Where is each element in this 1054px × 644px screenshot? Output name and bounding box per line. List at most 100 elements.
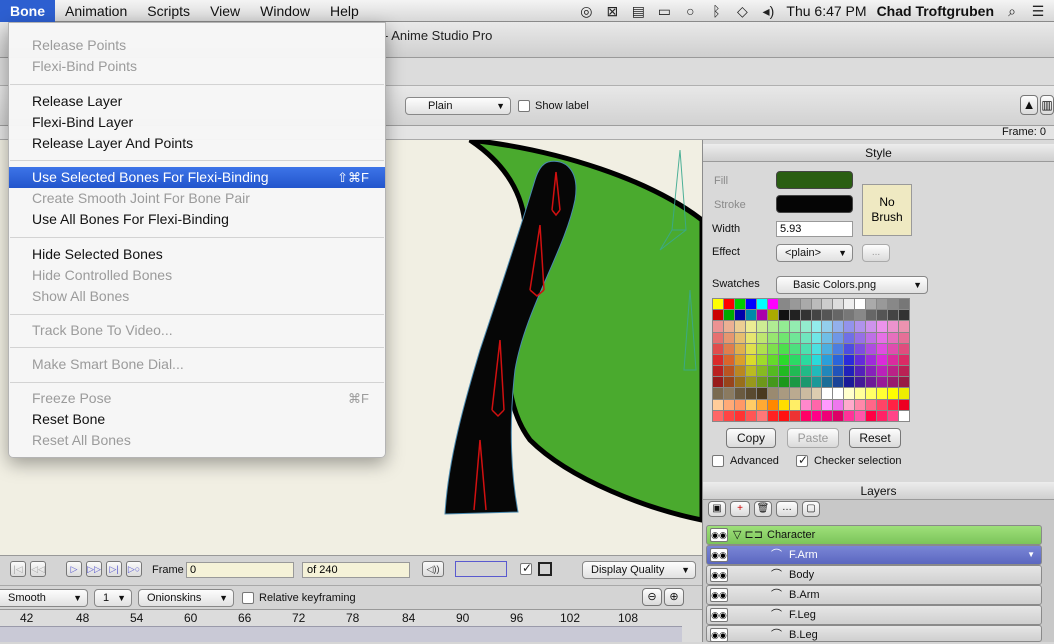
menu-view[interactable]: View — [200, 0, 250, 22]
palette-swatch[interactable] — [767, 354, 778, 366]
palette-swatch[interactable] — [822, 332, 833, 343]
palette-swatch[interactable] — [899, 388, 909, 399]
palette-swatch[interactable] — [855, 366, 866, 377]
palette-swatch[interactable] — [866, 299, 877, 310]
palette-swatch[interactable] — [800, 343, 811, 354]
palette-swatch[interactable] — [866, 388, 877, 399]
step-back-icon[interactable]: ◁◁ — [30, 561, 46, 577]
airplay-icon[interactable]: ▭ — [656, 3, 672, 20]
group-expand-icon[interactable]: ▽ ⊏⊐ — [733, 526, 763, 544]
palette-swatch[interactable] — [833, 321, 844, 332]
palette-swatch[interactable] — [811, 388, 822, 399]
palette-swatch[interactable] — [888, 399, 899, 410]
palette-swatch[interactable] — [811, 310, 822, 321]
palette-swatch[interactable] — [756, 321, 767, 332]
checker-selection-checkbox[interactable] — [796, 453, 808, 467]
palette-swatch[interactable] — [767, 388, 778, 399]
palette-swatch[interactable] — [734, 310, 745, 321]
layer-settings-icon[interactable]: … — [776, 501, 798, 517]
palette-swatch[interactable] — [888, 310, 899, 321]
palette-swatch[interactable] — [888, 343, 899, 354]
visibility-eye-icon[interactable]: ◉◉ — [710, 588, 728, 602]
onionskins-select[interactable]: Onionskins ▼ — [138, 589, 234, 607]
palette-swatch[interactable] — [723, 399, 734, 410]
palette-swatch[interactable] — [844, 377, 855, 388]
palette-swatch[interactable] — [723, 366, 734, 377]
palette-swatch[interactable] — [778, 399, 789, 410]
palette-swatch[interactable] — [756, 366, 767, 377]
palette-swatch[interactable] — [855, 321, 866, 332]
palette-swatch[interactable] — [877, 377, 888, 388]
palette-swatch[interactable] — [899, 343, 909, 354]
palette-swatch[interactable] — [899, 410, 909, 421]
visibility-eye-icon[interactable]: ◉◉ — [710, 568, 728, 582]
palette-swatch[interactable] — [811, 343, 822, 354]
zoom-out-icon[interactable]: ⊖ — [642, 588, 662, 606]
palette-swatch[interactable] — [756, 377, 767, 388]
fill-label[interactable]: Fill — [714, 175, 728, 187]
palette-swatch[interactable] — [745, 354, 756, 366]
palette-swatch[interactable] — [822, 299, 833, 310]
wifi-icon[interactable]: ◇ — [734, 3, 750, 20]
palette-swatch[interactable] — [822, 388, 833, 399]
palette-swatch[interactable] — [822, 366, 833, 377]
palette-swatch[interactable] — [800, 321, 811, 332]
document-icon[interactable]: ▤ — [630, 3, 646, 20]
palette-swatch[interactable] — [899, 310, 909, 321]
layer-row-b-leg[interactable]: ◉◉ ⌒ B.Leg — [706, 625, 1042, 642]
palette-swatch[interactable] — [877, 343, 888, 354]
palette-swatch[interactable] — [866, 343, 877, 354]
palette-swatch[interactable] — [811, 321, 822, 332]
palette-swatch[interactable] — [756, 410, 767, 421]
palette-swatch[interactable] — [723, 332, 734, 343]
duplicate-layer-icon[interactable]: ▢ — [802, 501, 820, 517]
palette-swatch[interactable] — [833, 343, 844, 354]
palette-swatch[interactable] — [723, 310, 734, 321]
mail-icon[interactable]: ⊠ — [604, 3, 620, 20]
palette-swatch[interactable] — [723, 388, 734, 399]
visibility-eye-icon[interactable]: ◉◉ — [710, 528, 728, 542]
fast-forward-end-icon[interactable]: ▷| — [106, 561, 122, 577]
palette-swatch[interactable] — [713, 399, 723, 410]
palette-swatch[interactable] — [800, 388, 811, 399]
show-label-checkbox[interactable] — [518, 100, 530, 112]
palette-swatch[interactable] — [713, 410, 723, 421]
palette-swatch[interactable] — [866, 321, 877, 332]
palette-swatch[interactable] — [734, 366, 745, 377]
palette-swatch[interactable] — [778, 388, 789, 399]
palette-swatch[interactable] — [789, 354, 800, 366]
play-icon[interactable]: ▷ — [66, 561, 82, 577]
palette-swatch[interactable] — [833, 399, 844, 410]
palette-swatch[interactable] — [789, 299, 800, 310]
palette-swatch[interactable] — [833, 354, 844, 366]
menu-animation[interactable]: Animation — [55, 0, 137, 22]
palette-swatch[interactable] — [800, 399, 811, 410]
palette-swatch[interactable] — [855, 410, 866, 421]
layer-row-f-arm[interactable]: ◉◉ ⌒ F.Arm ▼ — [706, 545, 1042, 565]
palette-swatch[interactable] — [756, 354, 767, 366]
palette-swatch[interactable] — [713, 299, 723, 310]
palette-swatch[interactable] — [767, 366, 778, 377]
palette-swatch[interactable] — [800, 377, 811, 388]
swatches-select[interactable]: Basic Colors.png ▼ — [776, 276, 928, 294]
copy-button[interactable]: Copy — [726, 428, 776, 448]
palette-swatch[interactable] — [811, 299, 822, 310]
menu-item-hide-selected-bones[interactable]: Hide Selected Bones — [9, 244, 385, 265]
palette-swatch[interactable] — [789, 321, 800, 332]
menu-window[interactable]: Window — [250, 0, 320, 22]
stroke-color-swatch[interactable] — [776, 195, 853, 213]
zoom-in-icon[interactable]: ⊕ — [664, 588, 684, 606]
step-forward-icon[interactable]: ▷▷ — [86, 561, 102, 577]
palette-swatch[interactable] — [833, 366, 844, 377]
interpolation-select[interactable]: Smooth ▼ — [0, 589, 88, 607]
palette-swatch[interactable] — [899, 321, 909, 332]
view-layout-icon[interactable] — [455, 561, 507, 577]
palette-swatch[interactable] — [844, 299, 855, 310]
audio-icon[interactable]: ◁)) — [422, 561, 444, 577]
palette-swatch[interactable] — [734, 388, 745, 399]
palette-swatch[interactable] — [822, 310, 833, 321]
palette-swatch[interactable] — [866, 399, 877, 410]
palette-swatch[interactable] — [789, 332, 800, 343]
palette-swatch[interactable] — [745, 332, 756, 343]
menu-bone[interactable]: Bone — [0, 0, 55, 22]
